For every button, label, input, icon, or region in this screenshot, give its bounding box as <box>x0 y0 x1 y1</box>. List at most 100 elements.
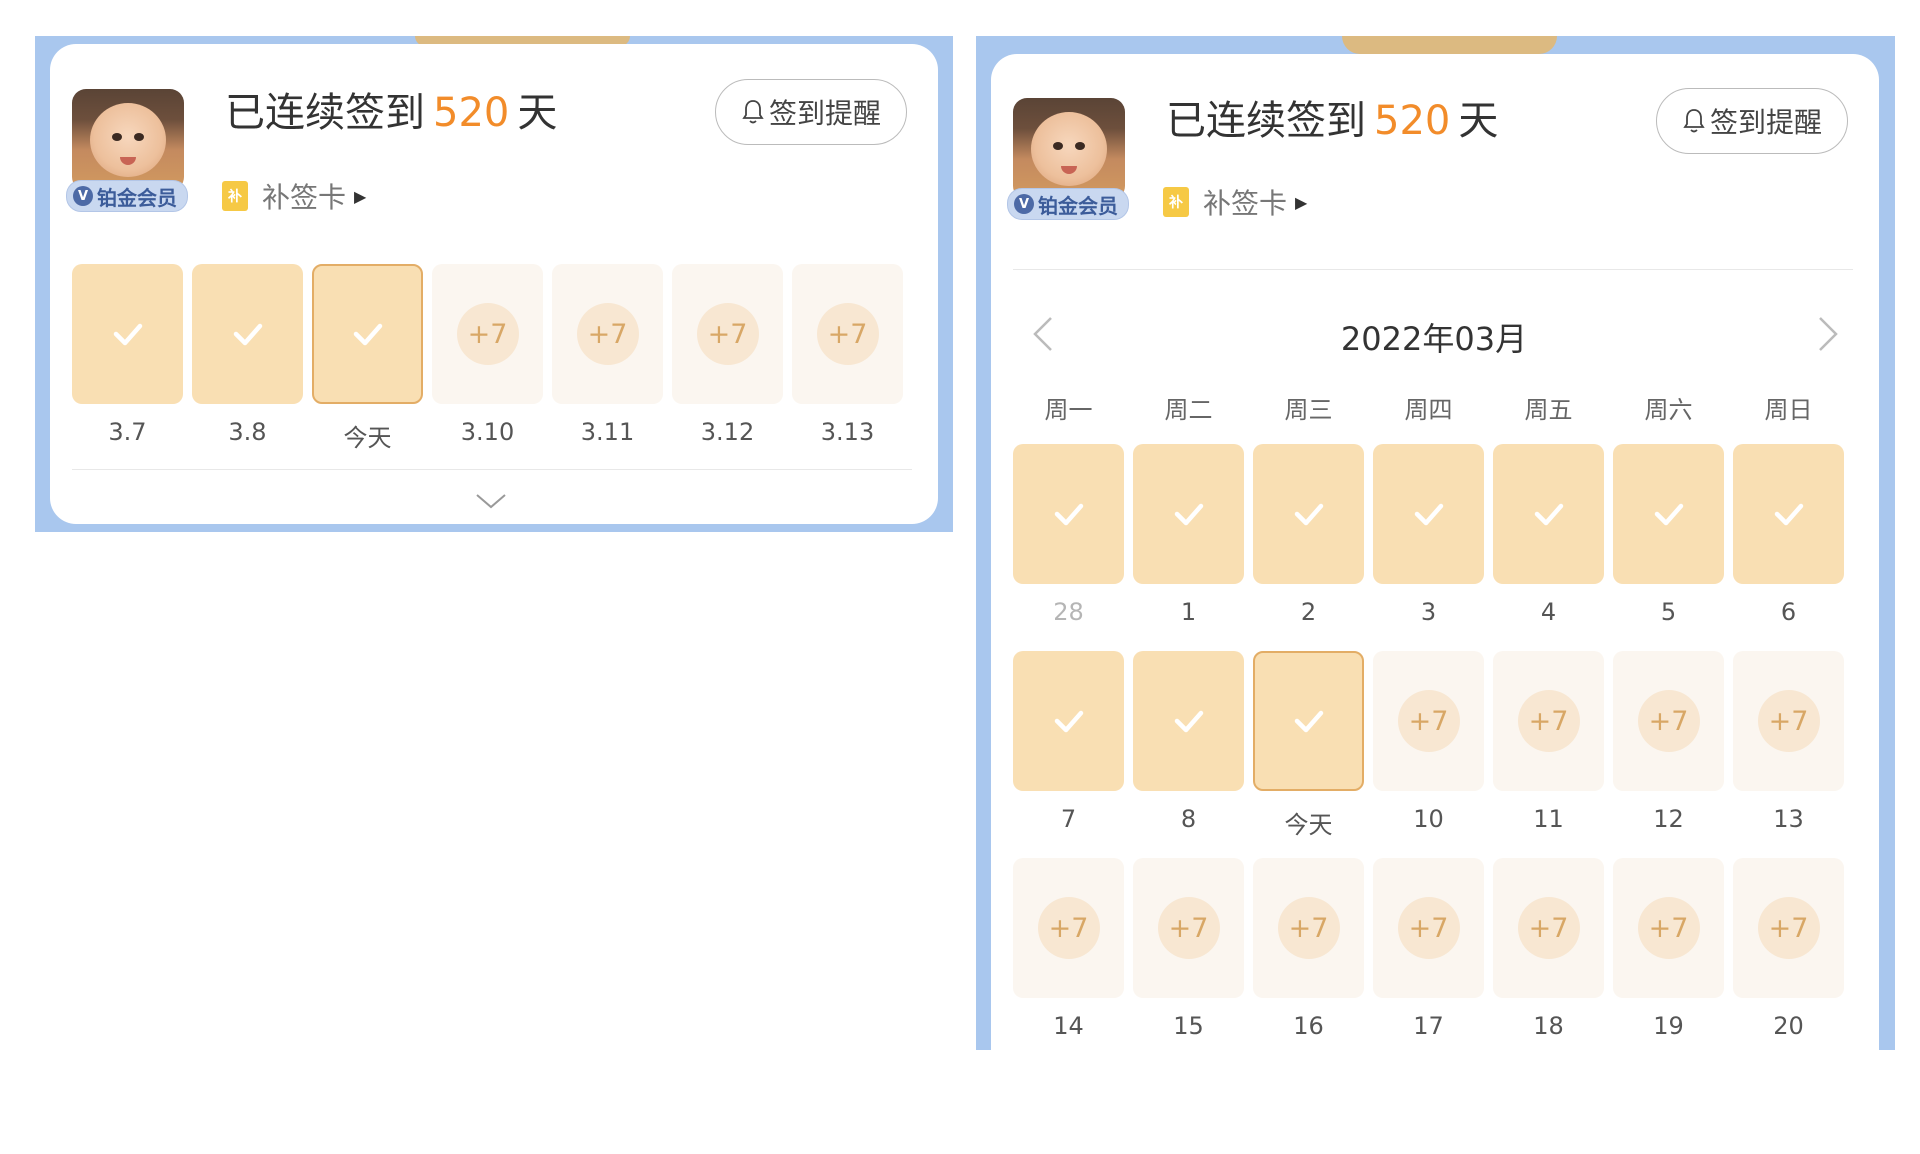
day-label: 4 <box>1540 598 1557 626</box>
bonus-reward-badge: +7 <box>696 303 759 365</box>
bonus-reward-badge: +7 <box>1517 897 1580 959</box>
day-label: 18 <box>1533 1012 1564 1040</box>
streak-title: 已连续签到 520 天 <box>1166 88 1498 146</box>
makeup-card-link[interactable]: 补 补签卡 ▶ <box>222 176 366 216</box>
checkin-reminder-button[interactable]: 签到提醒 <box>1656 88 1848 154</box>
day-tile-upcoming[interactable]: +7 <box>1253 858 1364 998</box>
day-tile-checked[interactable] <box>1613 444 1724 584</box>
day-label: 5 <box>1660 598 1677 626</box>
checkin-reminder-button[interactable]: 签到提醒 <box>715 79 907 145</box>
day-tile-upcoming[interactable]: +7 <box>672 264 783 404</box>
chevron-down-icon[interactable] <box>475 491 507 511</box>
day-tile-upcoming[interactable]: +7 <box>1733 651 1844 791</box>
day-label: 今天 <box>343 424 392 452</box>
day-label: 16 <box>1293 1012 1324 1040</box>
day-tile-checked[interactable] <box>1253 444 1364 584</box>
avatar-mouth <box>120 157 136 165</box>
checkin-card: V 铂金会员 已连续签到 520 天 签到提醒 补 补签卡 ▶ 2022年03月 周… <box>991 54 1879 1154</box>
weekday-label: 周六 <box>1644 396 1693 424</box>
day-label: 3.13 <box>820 418 875 446</box>
day-tile-checked[interactable] <box>1013 651 1124 791</box>
vip-badge: V 铂金会员 <box>66 180 188 212</box>
day-label: 17 <box>1413 1012 1444 1040</box>
day-label: 7 <box>1060 805 1077 833</box>
day-tile-upcoming[interactable]: +7 <box>1373 858 1484 998</box>
weekday-label: 周二 <box>1164 396 1213 424</box>
makeup-card-link[interactable]: 补 补签卡 ▶ <box>1163 182 1307 222</box>
weekday-label: 周四 <box>1404 396 1453 424</box>
day-tile-upcoming[interactable]: +7 <box>552 264 663 404</box>
day-tile-checked[interactable] <box>1493 444 1604 584</box>
makeup-card-label: 补签卡 <box>1203 187 1288 220</box>
day-label: 3.11 <box>580 418 635 446</box>
day-tile-upcoming[interactable]: +7 <box>432 264 543 404</box>
bonus-reward-badge: +7 <box>1397 897 1460 959</box>
day-tile-checked[interactable] <box>1133 651 1244 791</box>
checkmark-icon <box>1414 503 1443 526</box>
checkmark-icon <box>353 323 382 346</box>
avatar-eye <box>134 133 144 141</box>
day-tile-checked[interactable] <box>192 264 303 404</box>
day-tile-upcoming[interactable]: +7 <box>1613 651 1724 791</box>
makeup-card-icon: 补 <box>1163 187 1189 217</box>
weekday-label: 周三 <box>1284 396 1333 424</box>
makeup-card-icon: 补 <box>222 181 248 211</box>
day-label: 8 <box>1180 805 1197 833</box>
avatar-face <box>90 103 166 177</box>
day-label: 今天 <box>1284 811 1333 839</box>
checkmark-icon <box>113 323 142 346</box>
day-label: 6 <box>1780 598 1797 626</box>
day-tile-upcoming[interactable]: +7 <box>792 264 903 404</box>
chevron-right-icon[interactable] <box>1816 314 1840 354</box>
day-tile-checked[interactable] <box>1013 444 1124 584</box>
vip-shield-icon: V <box>73 186 93 206</box>
day-tile-upcoming[interactable]: +7 <box>1373 651 1484 791</box>
reminder-label: 签到提醒 <box>768 97 881 130</box>
checkin-card: V 铂金会员 已连续签到 520 天 签到提醒 补 补签卡 ▶ 3.7 3.8 今天 +7… <box>50 44 938 524</box>
day-tile-checked[interactable] <box>72 264 183 404</box>
day-tile-today[interactable] <box>1253 651 1364 791</box>
checkmark-icon <box>1054 710 1083 733</box>
banner-decoration <box>1342 36 1557 54</box>
day-label: 1 <box>1180 598 1197 626</box>
weekday-label: 周日 <box>1764 396 1813 424</box>
avatar[interactable] <box>72 89 184 191</box>
checkmark-icon <box>1654 503 1683 526</box>
checkmark-icon <box>1054 503 1083 526</box>
day-tile-checked[interactable] <box>1733 444 1844 584</box>
checkmark-icon <box>233 323 262 346</box>
bonus-reward-badge: +7 <box>1037 897 1100 959</box>
day-label: 3.12 <box>700 418 755 446</box>
day-tile-checked[interactable] <box>1133 444 1244 584</box>
day-label: 15 <box>1173 1012 1204 1040</box>
vip-badge-label: 铂金会员 <box>97 185 177 210</box>
streak-suffix: 天 <box>517 90 558 136</box>
day-tile-checked[interactable] <box>1373 444 1484 584</box>
day-label: 3 <box>1420 598 1437 626</box>
day-label: 11 <box>1533 805 1564 833</box>
day-tile-today[interactable] <box>312 264 423 404</box>
chevron-left-icon[interactable] <box>1031 314 1055 354</box>
day-label: 20 <box>1773 1012 1804 1040</box>
makeup-card-label: 补签卡 <box>262 181 347 214</box>
checkmark-icon <box>1294 710 1323 733</box>
day-tile-upcoming[interactable]: +7 <box>1733 858 1844 998</box>
day-label: 2 <box>1300 598 1317 626</box>
checkmark-icon <box>1294 503 1323 526</box>
day-tile-upcoming[interactable]: +7 <box>1013 858 1124 998</box>
bonus-reward-badge: +7 <box>1637 897 1700 959</box>
day-label: 13 <box>1773 805 1804 833</box>
avatar-eye <box>1053 142 1063 150</box>
day-tile-upcoming[interactable]: +7 <box>1493 858 1604 998</box>
day-label: 10 <box>1413 805 1444 833</box>
bonus-reward-badge: +7 <box>456 303 519 365</box>
avatar-eye <box>1075 142 1085 150</box>
day-tile-upcoming[interactable]: +7 <box>1493 651 1604 791</box>
streak-prefix: 已连续签到 <box>225 90 425 136</box>
day-tile-upcoming[interactable]: +7 <box>1613 858 1724 998</box>
avatar[interactable] <box>1013 98 1125 200</box>
caret-right-icon: ▶ <box>1295 192 1308 212</box>
weekday-label: 周五 <box>1524 396 1573 424</box>
day-label: 12 <box>1653 805 1684 833</box>
day-tile-upcoming[interactable]: +7 <box>1133 858 1244 998</box>
